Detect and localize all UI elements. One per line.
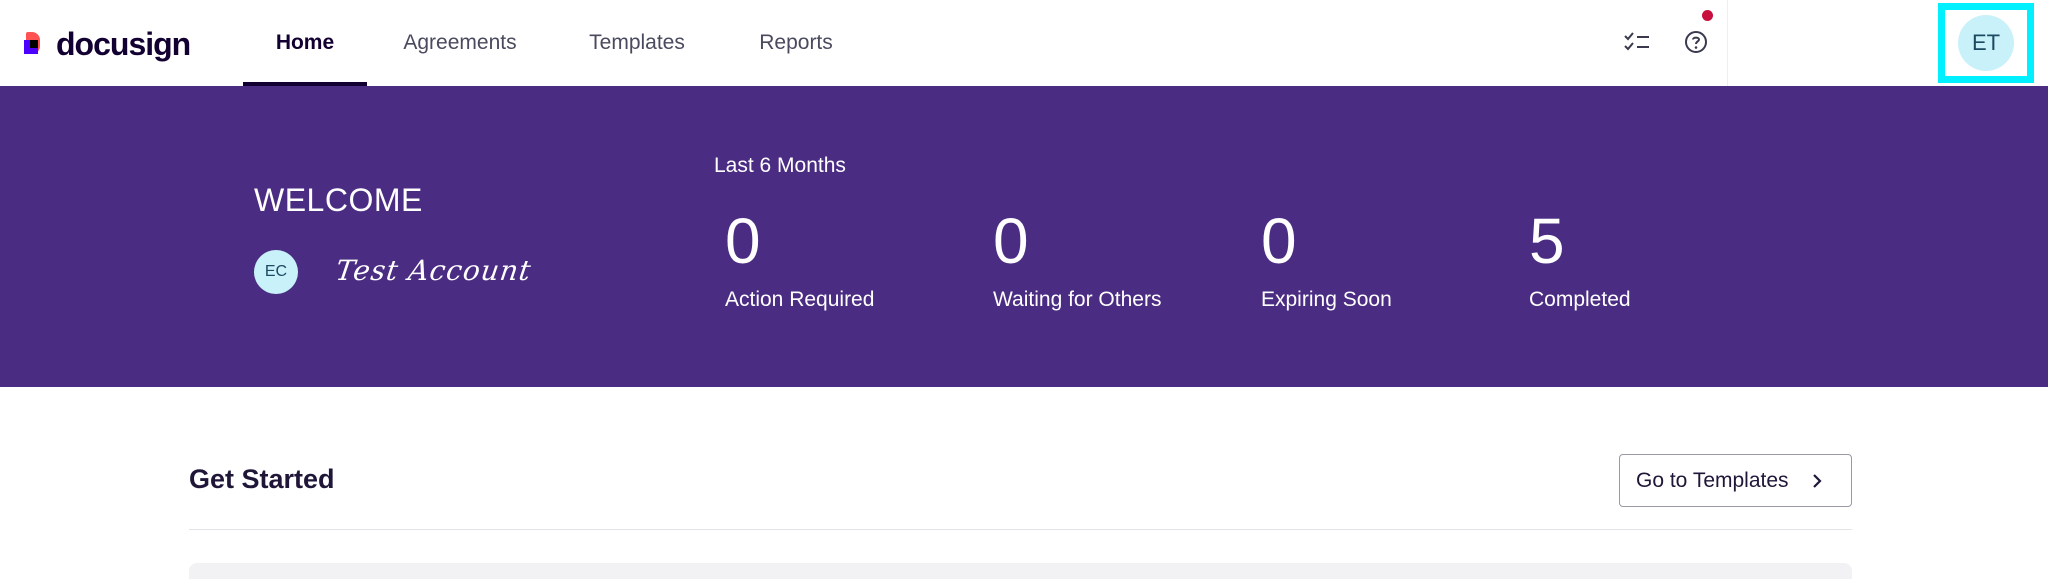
get-started-card [189,563,1852,579]
docusign-logo[interactable]: docusign [24,24,191,64]
welcome-banner: WELCOME EC Test Account Last 6 Months 0 … [0,86,2048,387]
main-nav: Home Agreements Templates Reports [243,0,871,86]
stat-action-required[interactable]: 0 Action Required [725,206,874,312]
nav-home[interactable]: Home [243,0,367,86]
stat-expiring-soon[interactable]: 0 Expiring Soon [1261,206,1392,312]
stat-value: 0 [1261,205,1297,277]
user-avatar-button[interactable]: ET [1958,15,2014,71]
nav-agreements[interactable]: Agreements [367,0,553,86]
top-header: docusign Home Agreements Templates Repor… [0,0,2048,86]
nav-reports[interactable]: Reports [721,0,871,86]
nav-templates[interactable]: Templates [553,0,721,86]
stat-waiting-for-others[interactable]: 0 Waiting for Others [993,206,1161,312]
tasks-icon[interactable] [1621,26,1653,58]
stat-value: 5 [1529,205,1565,277]
stat-completed[interactable]: 5 Completed [1529,206,1631,312]
stat-label: Completed [1529,288,1631,311]
stat-value: 0 [993,205,1029,277]
go-to-templates-button[interactable]: Go to Templates [1619,454,1852,507]
signature-image: Test Account [333,254,534,287]
welcome-heading: WELCOME [254,182,423,218]
docusign-logo-mark-icon [24,30,48,58]
notification-dot [1702,10,1713,21]
stat-label: Action Required [725,288,875,311]
get-started-heading: Get Started [189,464,335,494]
go-to-templates-label: Go to Templates [1636,468,1789,492]
period-label: Last 6 Months [714,154,846,177]
chevron-right-icon [1813,474,1822,488]
user-avatar-highlight: ET [1938,3,2034,83]
stat-value: 0 [725,205,761,277]
stat-label: Waiting for Others [993,288,1162,311]
stat-label: Expiring Soon [1261,288,1392,311]
section-divider [189,529,1852,530]
header-divider [1727,0,1728,86]
logo-text: docusign [56,25,191,62]
avatar: EC [254,250,298,294]
help-icon[interactable] [1680,26,1712,58]
